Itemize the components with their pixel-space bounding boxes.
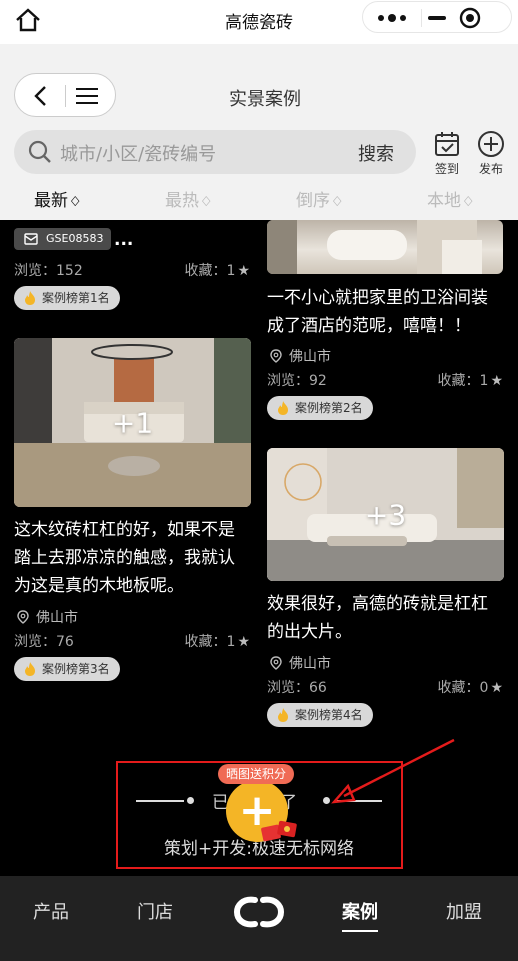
- search-bar[interactable]: 城市/小区/瓷砖编号 搜索: [14, 130, 416, 174]
- image-count-overlay: +3: [364, 498, 407, 531]
- card-favs: 收藏：1 ★: [184, 634, 250, 650]
- annotation-arrow: [331, 738, 455, 804]
- search-button[interactable]: 搜索: [358, 140, 394, 166]
- star-icon: ★: [490, 680, 503, 696]
- add-circle-icon: [478, 131, 504, 157]
- location-pin-icon: [270, 656, 282, 670]
- filter-local[interactable]: 本地 ◇: [427, 186, 472, 211]
- capsule-menu: [362, 1, 512, 33]
- filter-hottest[interactable]: 最热 ◇: [165, 186, 210, 211]
- tab-products[interactable]: 产品: [33, 898, 69, 924]
- tab-stores[interactable]: 门店: [137, 898, 173, 924]
- top-bar: 高德瓷砖: [0, 0, 518, 44]
- calendar-check-icon: [435, 132, 459, 156]
- page-header: 实景案例 城市/小区/瓷砖编号 搜索 签到 发布 最新 ◇ 最热 ◇ 倒序 ◇ 本地 ◇: [0, 44, 518, 220]
- card-favs: 收藏：1 ★: [184, 263, 250, 279]
- card-views: 浏览：66: [267, 680, 327, 696]
- publish-label: 发布: [478, 162, 503, 176]
- location-pin-icon: [17, 610, 29, 624]
- star-icon: ★: [237, 263, 250, 279]
- card-views: 浏览：92: [267, 373, 327, 389]
- star-icon: ★: [237, 634, 250, 650]
- minimize-icon[interactable]: [428, 16, 446, 20]
- sort-filters: 最新 ◇ 最热 ◇ 倒序 ◇ 本地 ◇: [0, 184, 518, 220]
- case-id-tag: GSE08583: [14, 228, 112, 250]
- tab-cases[interactable]: 案例: [342, 898, 378, 932]
- card-favs: 收藏：1 ★: [437, 373, 503, 389]
- case-image[interactable]: +1: [14, 338, 251, 507]
- sort-chevron-icon: ◇: [71, 192, 80, 209]
- tab-join[interactable]: 加盟: [446, 898, 482, 924]
- flame-icon: [25, 662, 35, 676]
- sort-chevron-icon: ◇: [202, 192, 211, 209]
- rank-badge: 案例榜第3名: [14, 657, 120, 681]
- card-location: 佛山市: [16, 607, 78, 627]
- brand-logo-icon[interactable]: [234, 892, 284, 932]
- sort-chevron-icon: ◇: [464, 192, 473, 209]
- card-title[interactable]: 这木纹砖杠杠的好，如果不是踏上去那凉凉的触感，我就认为这是真的木地板呢。: [14, 516, 250, 600]
- publish-button[interactable]: 发布: [474, 130, 508, 177]
- card-title[interactable]: 效果很好，高德的砖就是杠杠的出大片。: [267, 590, 503, 646]
- search-input[interactable]: 城市/小区/瓷砖编号: [60, 140, 216, 166]
- case-image[interactable]: +3: [267, 448, 504, 581]
- case-image[interactable]: [267, 220, 503, 274]
- card-views: 浏览：152: [14, 263, 83, 279]
- location-pin-icon: [270, 349, 282, 363]
- checkin-button[interactable]: 签到: [430, 130, 464, 177]
- rank-badge: 案例榜第2名: [267, 396, 373, 420]
- checkin-label: 签到: [434, 162, 459, 176]
- star-icon: ★: [490, 373, 503, 389]
- card-location: 佛山市: [269, 346, 331, 366]
- card-title[interactable]: 一不小心就把家里的卫浴间装成了酒店的范呢，嘻嘻！！: [267, 284, 503, 340]
- filter-newest[interactable]: 最新 ◇: [34, 186, 79, 211]
- bottom-tab-bar: 产品 门店 案例 加盟: [0, 876, 518, 961]
- page-title: 实景案例: [229, 89, 301, 110]
- more-icon[interactable]: [377, 12, 407, 24]
- search-icon: [28, 140, 51, 163]
- flame-icon: [278, 708, 288, 722]
- card-title-ellipsis: ...: [114, 230, 134, 250]
- flame-icon: [278, 401, 288, 415]
- sort-chevron-icon: ◇: [333, 192, 342, 209]
- rank-badge: 案例榜第1名: [14, 286, 120, 310]
- card-views: 浏览：76: [14, 634, 74, 650]
- card-location: 佛山市: [269, 653, 331, 673]
- card-favs: 收藏：0 ★: [437, 680, 503, 696]
- bathroom-photo: [267, 220, 482, 274]
- flame-icon: [25, 291, 35, 305]
- rank-badge: 案例榜第4名: [267, 703, 373, 727]
- mail-icon: [24, 233, 38, 245]
- capsule-divider: [421, 9, 422, 27]
- close-target-icon[interactable]: [459, 7, 481, 29]
- image-count-overlay: +1: [111, 406, 154, 439]
- filter-reverse[interactable]: 倒序 ◇: [296, 186, 341, 211]
